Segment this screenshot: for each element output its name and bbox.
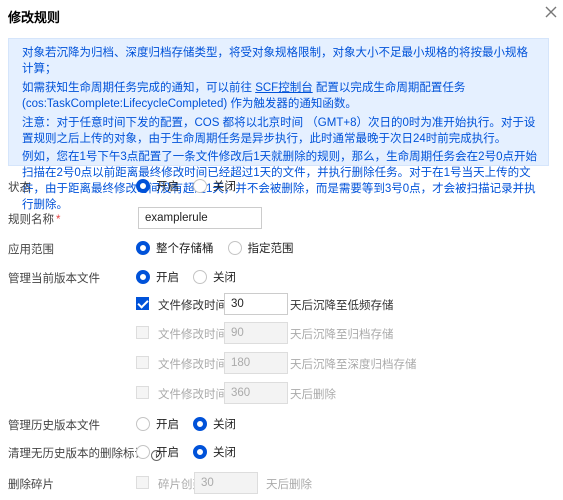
delete-fragments-row: 删除碎片 碎片创建 天后删除 [0,472,563,494]
radio-unchecked-icon [136,445,150,459]
clean-delete-marker-on-radio[interactable]: 开启 [136,444,179,460]
current-version-row: 管理当前版本文件 开启 关闭 [0,266,563,288]
radio-unchecked-icon [193,179,207,193]
rule-name-row: 规则名称 * [0,207,563,229]
notice-line-2: 如需获知生命周期任务完成的通知，可以前往 SCF控制台 配置以完成生命周期配置任… [22,80,538,112]
status-row: 状态 开启 关闭 [0,175,563,197]
transition-delete-days-input[interactable] [224,382,288,404]
current-version-off-radio[interactable]: 关闭 [193,269,236,285]
radio-label: 关闭 [213,181,236,193]
history-version-radio-group: 开启 关闭 [136,416,250,432]
dialog-header: 修改规则 [0,0,563,30]
radio-label: 开启 [156,272,179,284]
clean-delete-marker-off-radio[interactable]: 关闭 [193,444,236,460]
notice-line-1: 对象若沉降为归档、深度归档存储类型，将受对象规格限制，对象大小不足最小规格的将按… [22,47,528,75]
delete-fragments-checkbox[interactable] [136,476,149,489]
radio-checked-icon [136,179,150,193]
required-mark: * [56,214,61,226]
transition-archive-days-input[interactable] [224,322,288,344]
status-on-radio[interactable]: 开启 [136,178,179,194]
transition-deep-archive-row: 文件修改时间的 天后沉降至深度归档存储 [136,352,556,374]
radio-label: 整个存储桶 [156,243,214,255]
transition-suffix: 天后删除 [290,389,336,401]
transition-delete-checkbox[interactable] [136,386,149,399]
radio-checked-icon [193,417,207,431]
radio-label: 关闭 [213,447,236,459]
rule-name-label-text: 规则名称 [8,214,54,226]
history-version-label: 管理历史版本文件 [8,420,100,432]
delete-fragments-control: 碎片创建 天后删除 [136,472,556,494]
scope-radio-group: 整个存储桶 指定范围 [136,240,308,256]
history-version-off-radio[interactable]: 关闭 [193,416,236,432]
modify-rule-dialog: 修改规则 对象若沉降为归档、深度归档存储类型，将受对象规格限制，对象大小不足最小… [0,0,563,500]
clean-delete-marker-radio-group: 开启 关闭 [136,444,250,460]
radio-unchecked-icon [193,270,207,284]
rule-name-input[interactable] [138,207,262,229]
delete-fragments-days-input[interactable] [194,472,258,494]
current-version-on-radio[interactable]: 开启 [136,269,179,285]
status-radio-group: 开启 关闭 [136,178,250,194]
notice-line-3: 注意：对于任意时间下发的配置，COS 都将以北京时间 （GMT+8）次日的0时为… [22,117,536,145]
history-version-on-radio[interactable]: 开启 [136,416,179,432]
radio-checked-icon [136,241,150,255]
transition-standard-ia-row: 文件修改时间的 天后沉降至低频存储 [136,293,556,315]
transition-standard-ia-checkbox[interactable] [136,297,149,310]
delete-fragments-label: 删除碎片 [8,479,54,491]
dialog-title: 修改规则 [8,10,61,25]
transition-suffix: 天后沉降至归档存储 [290,329,394,341]
current-version-radio-group: 开启 关闭 [136,269,250,285]
radio-label: 开启 [156,419,179,431]
fragments-suffix: 天后删除 [266,479,312,491]
radio-unchecked-icon [227,241,242,255]
radio-label: 关闭 [213,272,236,284]
history-version-row: 管理历史版本文件 开启 关闭 [0,413,563,435]
scf-console-link[interactable]: SCF控制台 [255,82,313,94]
current-version-label: 管理当前版本文件 [8,273,100,285]
transition-standard-ia-days-input[interactable] [224,293,288,315]
radio-checked-icon [136,270,150,284]
close-icon[interactable] [544,5,558,19]
transition-deep-archive-days-input[interactable] [224,352,288,374]
status-off-radio[interactable]: 关闭 [193,178,236,194]
transition-deep-archive-checkbox[interactable] [136,356,149,369]
transition-delete-row: 文件修改时间的 天后删除 [136,382,556,404]
radio-label: 开启 [156,447,179,459]
scope-row: 应用范围 整个存储桶 指定范围 [0,237,563,259]
radio-label: 指定范围 [247,243,294,255]
rule-name-label: 规则名称 * [8,211,60,227]
radio-label: 开启 [156,181,179,193]
status-label: 状态 [8,182,31,194]
scope-label: 应用范围 [8,244,54,256]
clean-delete-marker-row: 清理无历史版本的删除标记 i 开启 关闭 [0,441,563,463]
transition-suffix: 天后沉降至低频存储 [290,300,394,312]
radio-label: 关闭 [213,419,236,431]
notice-line-2-prefix: 如需获知生命周期任务完成的通知，可以前往 [22,82,256,94]
scope-specified-radio[interactable]: 指定范围 [227,240,294,256]
transition-archive-checkbox[interactable] [136,326,149,339]
radio-checked-icon [193,445,207,459]
lifecycle-notice: 对象若沉降为归档、深度归档存储类型，将受对象规格限制，对象大小不足最小规格的将按… [8,38,549,211]
scope-whole-bucket-radio[interactable]: 整个存储桶 [136,240,214,256]
transition-suffix: 天后沉降至深度归档存储 [290,359,417,371]
clean-delete-marker-label-text: 清理无历史版本的删除标记 [8,448,146,460]
radio-unchecked-icon [136,417,150,431]
transition-archive-row: 文件修改时间的 天后沉降至归档存储 [136,322,556,344]
